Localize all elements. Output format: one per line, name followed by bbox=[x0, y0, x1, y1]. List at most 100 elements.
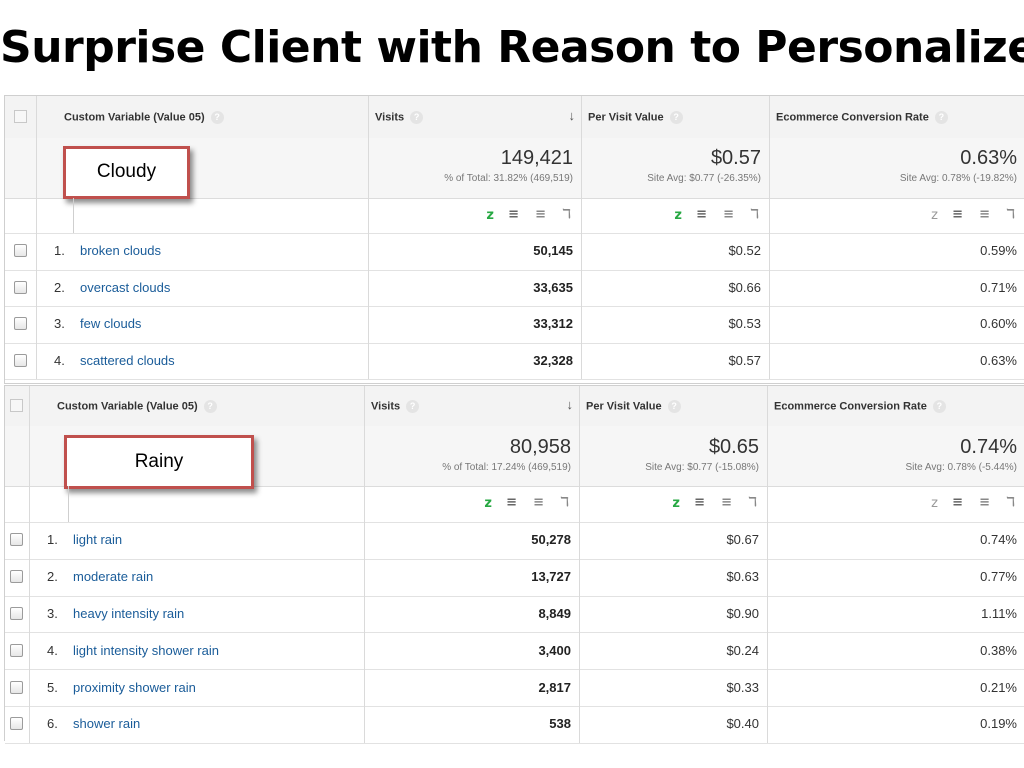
sort-descending-icon[interactable]: ↓ bbox=[567, 397, 574, 412]
help-icon[interactable]: ? bbox=[203, 400, 217, 413]
bars-icon[interactable]: ≡ bbox=[508, 207, 519, 222]
row-conv-cell: 0.74% bbox=[767, 522, 1024, 559]
row-checkbox[interactable] bbox=[10, 570, 23, 584]
bars-icon[interactable]: ≡ bbox=[506, 495, 517, 510]
z-icon[interactable]: z bbox=[931, 208, 938, 223]
row-pvv-value: $0.53 bbox=[728, 316, 761, 332]
table-row[interactable]: 3. few clouds 33,312 $0.53 0.60% bbox=[5, 306, 1024, 344]
row-index: 3. bbox=[54, 316, 65, 332]
pivot-icon[interactable]: ℸ bbox=[750, 207, 759, 222]
list-icon[interactable]: ≡ bbox=[979, 495, 990, 510]
summary-conv-value: 0.63% bbox=[960, 147, 1017, 169]
select-all-checkbox[interactable] bbox=[10, 399, 23, 412]
help-icon[interactable]: ? bbox=[667, 400, 681, 413]
row-dimension-link[interactable]: light intensity shower rain bbox=[73, 643, 219, 658]
table-row[interactable]: 4. light intensity shower rain 3,400 $0.24 0… bbox=[5, 632, 1024, 671]
table-row[interactable]: 5. proximity shower rain 2,817 $0.33 0.21% bbox=[5, 669, 1024, 707]
z-icon[interactable]: z bbox=[674, 208, 682, 223]
per-visit-value-header[interactable]: Per Visit Value? bbox=[581, 96, 769, 138]
conversion-rate-header[interactable]: Ecommerce Conversion Rate? bbox=[769, 96, 1024, 138]
visits-header[interactable]: Visits? ↓ bbox=[368, 96, 581, 138]
bars-icon[interactable]: ≡ bbox=[952, 207, 963, 222]
pivot-icon[interactable]: ℸ bbox=[560, 495, 569, 510]
z-icon[interactable]: z bbox=[484, 496, 492, 511]
bars-icon[interactable]: ≡ bbox=[952, 495, 963, 510]
list-icon[interactable]: ≡ bbox=[979, 207, 990, 222]
row-visits-value: 3,400 bbox=[538, 642, 571, 658]
sort-descending-icon[interactable]: ↓ bbox=[569, 108, 576, 123]
table-row[interactable]: 3. heavy intensity rain 8,849 $0.90 1.11% bbox=[5, 595, 1024, 634]
pivot-icon[interactable]: ℸ bbox=[562, 207, 571, 222]
bars-icon[interactable]: ≡ bbox=[696, 207, 707, 222]
table-row[interactable]: 4. scattered clouds 32,328 $0.57 0.63% bbox=[5, 342, 1024, 381]
table-row[interactable]: 1. broken clouds 50,145 $0.52 0.59% bbox=[5, 233, 1024, 271]
row-checkbox[interactable] bbox=[14, 317, 27, 331]
row-pvv-cell: $0.53 bbox=[581, 306, 769, 343]
row-dimension-link[interactable]: few clouds bbox=[80, 316, 141, 331]
row-checkbox[interactable] bbox=[14, 244, 27, 258]
row-dimension-link[interactable]: scattered clouds bbox=[80, 353, 175, 368]
row-checkbox[interactable] bbox=[10, 680, 23, 694]
table-row[interactable]: 2. overcast clouds 33,635 $0.66 0.71% bbox=[5, 269, 1024, 308]
per-visit-value-header[interactable]: Per Visit Value? bbox=[579, 386, 767, 426]
visits-header[interactable]: Visits? ↓ bbox=[364, 386, 579, 426]
row-dimension-link[interactable]: proximity shower rain bbox=[73, 680, 196, 695]
row-dimension-link[interactable]: broken clouds bbox=[80, 243, 161, 258]
row-visits-value: 50,145 bbox=[533, 243, 573, 259]
summary-spacer bbox=[5, 426, 29, 486]
table-row[interactable]: 1. light rain 50,278 $0.67 0.74% bbox=[5, 522, 1024, 560]
conversion-rate-header[interactable]: Ecommerce Conversion Rate? bbox=[767, 386, 1024, 426]
list-icon[interactable]: ≡ bbox=[721, 495, 732, 510]
row-checkbox[interactable] bbox=[10, 533, 23, 547]
row-pvv-value: $0.24 bbox=[726, 642, 759, 658]
summary-conv-cell: 0.74% Site Avg: 0.78% (-5.44%) bbox=[767, 426, 1024, 486]
row-visits-cell: 2,817 bbox=[364, 669, 579, 706]
help-icon[interactable]: ? bbox=[932, 400, 946, 413]
summary-pvv-value: $0.57 bbox=[710, 147, 761, 169]
row-visits-cell: 3,400 bbox=[364, 632, 579, 670]
row-dimension-link[interactable]: overcast clouds bbox=[80, 280, 170, 295]
row-dimension-link[interactable]: heavy intensity rain bbox=[73, 606, 184, 621]
list-icon[interactable]: ≡ bbox=[723, 207, 734, 222]
dimension-header-label: Custom Variable (Value 05) bbox=[57, 400, 198, 413]
row-pvv-cell: $0.52 bbox=[581, 233, 769, 270]
row-pvv-value: $0.40 bbox=[726, 716, 759, 732]
pivot-icon[interactable]: ℸ bbox=[1006, 207, 1015, 222]
row-visits-cell: 50,278 bbox=[364, 522, 579, 559]
conv-view-toggles: z ≡ ≡ ℸ bbox=[769, 198, 1024, 233]
z-icon[interactable]: z bbox=[931, 496, 938, 511]
row-checkbox[interactable] bbox=[10, 717, 23, 731]
table-row[interactable]: 2. moderate rain 13,727 $0.63 0.77% bbox=[5, 558, 1024, 597]
dimension-header[interactable]: Custom Variable (Value 05)? bbox=[29, 386, 364, 426]
row-dimension-link[interactable]: light rain bbox=[73, 532, 122, 547]
row-checkbox[interactable] bbox=[14, 354, 27, 368]
summary-visits-value: 80,958 bbox=[509, 436, 571, 458]
help-icon[interactable]: ? bbox=[934, 111, 948, 124]
z-icon[interactable]: z bbox=[672, 496, 680, 511]
row-checkbox[interactable] bbox=[14, 280, 27, 294]
pivot-icon[interactable]: ℸ bbox=[748, 495, 757, 510]
help-icon[interactable]: ? bbox=[669, 111, 683, 124]
row-visits-value: 538 bbox=[549, 716, 571, 732]
dimension-header[interactable]: Custom Variable (Value 05)? bbox=[36, 96, 368, 138]
help-icon[interactable]: ? bbox=[210, 111, 224, 124]
row-dimension-cell: 4. scattered clouds bbox=[36, 342, 368, 380]
row-dimension-link[interactable]: shower rain bbox=[73, 716, 140, 731]
z-icon[interactable]: z bbox=[486, 208, 494, 223]
help-icon[interactable]: ? bbox=[406, 400, 420, 413]
row-index: 5. bbox=[47, 679, 58, 695]
select-all-checkbox[interactable] bbox=[14, 110, 27, 123]
bars-icon[interactable]: ≡ bbox=[694, 495, 705, 510]
row-visits-value: 8,849 bbox=[538, 605, 571, 621]
row-pvv-cell: $0.67 bbox=[579, 522, 767, 559]
row-dimension-link[interactable]: moderate rain bbox=[73, 569, 153, 584]
table-row[interactable]: 6. shower rain 538 $0.40 0.19% bbox=[5, 706, 1024, 744]
row-checkbox[interactable] bbox=[10, 606, 23, 620]
pivot-icon[interactable]: ℸ bbox=[1006, 495, 1015, 510]
row-conv-cell: 0.60% bbox=[769, 306, 1024, 343]
help-icon[interactable]: ? bbox=[410, 111, 424, 124]
list-icon[interactable]: ≡ bbox=[533, 495, 544, 510]
row-checkbox[interactable] bbox=[10, 643, 23, 657]
list-icon[interactable]: ≡ bbox=[535, 207, 546, 222]
view-toggle-row: z ≡ ≡ ℸ z ≡ ≡ ℸ z ≡ ≡ ℸ bbox=[5, 198, 1024, 234]
